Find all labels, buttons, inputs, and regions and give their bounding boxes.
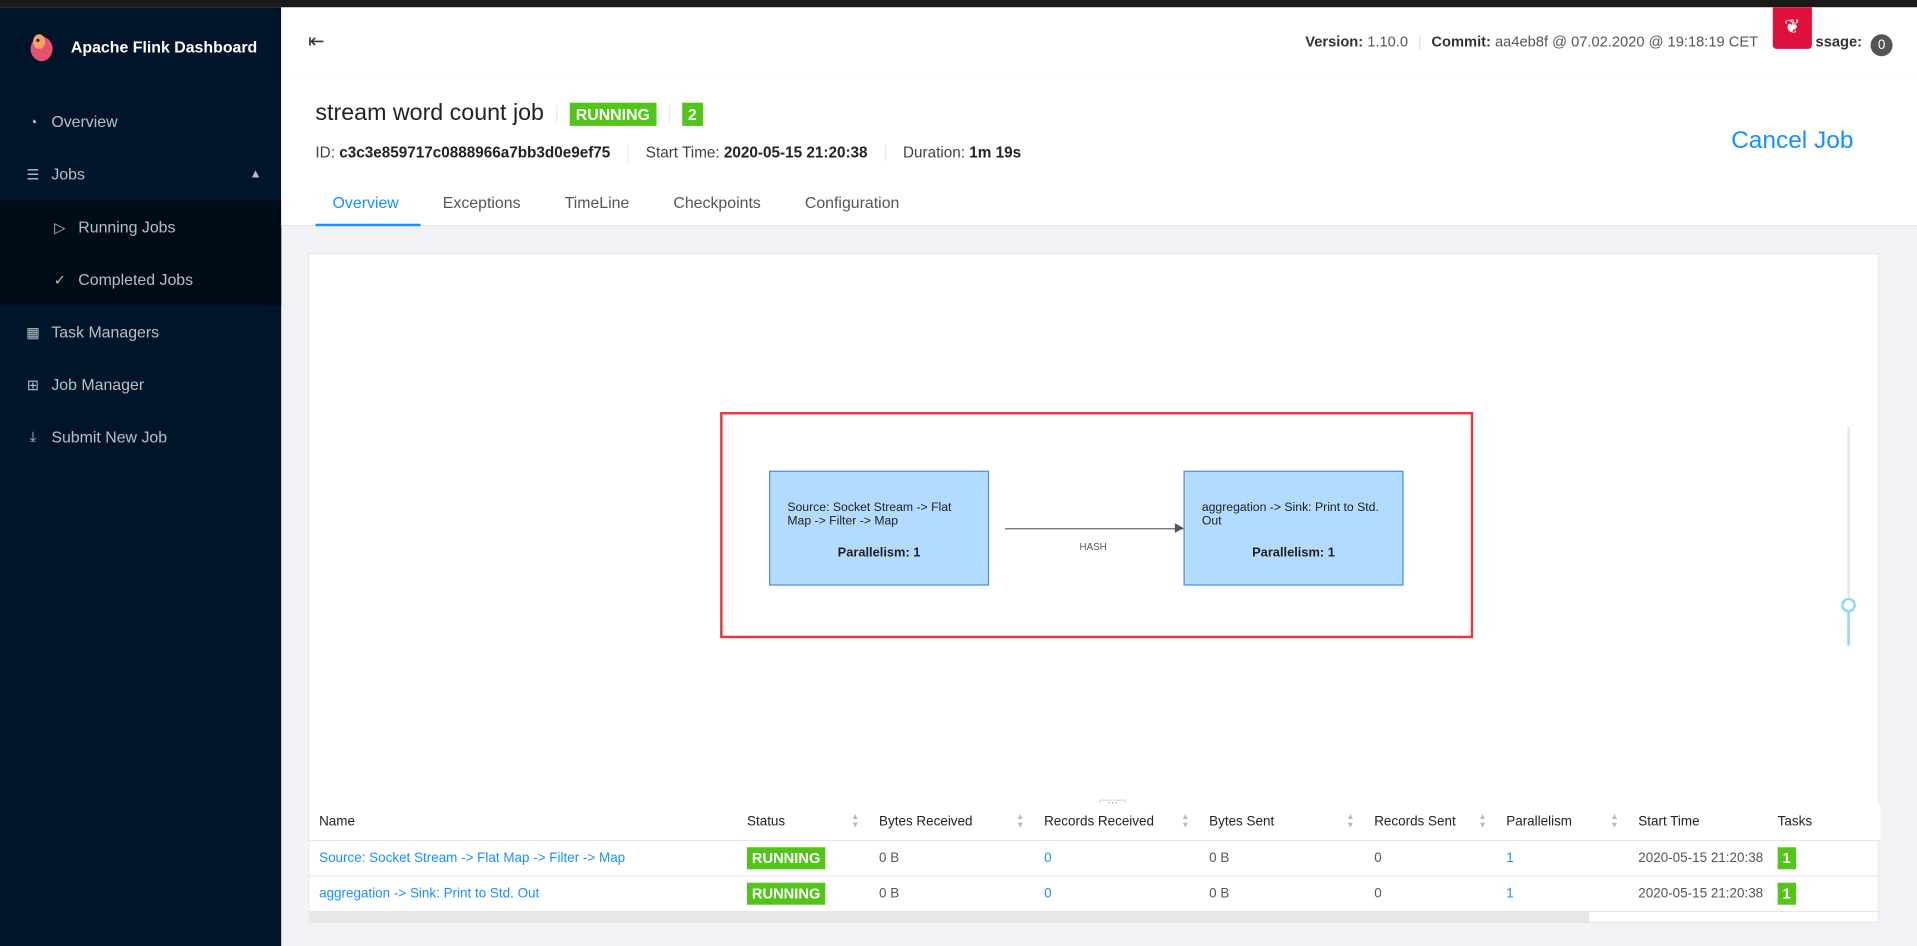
cell-value: 2020-05-15 21:20:38 bbox=[1638, 885, 1764, 901]
version-info: Version: 1.10.0 | Commit: aa4eb8f @ 07.0… bbox=[1305, 33, 1759, 51]
tab-configuration[interactable]: Configuration bbox=[783, 193, 922, 226]
tab-timeline[interactable]: TimeLine bbox=[543, 193, 652, 226]
horizontal-scrollbar[interactable] bbox=[309, 912, 1590, 924]
tab-overview[interactable]: Overview bbox=[315, 193, 421, 227]
edge-label: HASH bbox=[1079, 541, 1107, 553]
cluster-icon: ⊞ bbox=[26, 375, 40, 394]
column-header-bytes-received[interactable]: Bytes Received ▲ ▼ bbox=[869, 803, 1035, 841]
column-header-records-sent[interactable]: Records Sent ▲ ▼ bbox=[1364, 803, 1497, 841]
sidebar: Apache Flink Dashboard ◔ Overview ☰ Jobs ▲ … bbox=[0, 7, 282, 946]
app-overlay-icon[interactable]: ❦ bbox=[1772, 7, 1812, 49]
message-count-badge[interactable]: 0 bbox=[1870, 34, 1893, 57]
tasks-badge: 1 bbox=[1777, 882, 1796, 905]
tab-exceptions[interactable]: Exceptions bbox=[421, 193, 543, 226]
vertices-table: Name Status ▲ ▼ Bytes Received ▲ ▼ Records Rece… bbox=[309, 803, 1881, 912]
play-circle-icon: ▷ bbox=[54, 218, 66, 236]
logo[interactable]: Apache Flink Dashboard bbox=[24, 29, 257, 63]
cell-value: 0 B bbox=[1209, 885, 1230, 901]
table-row[interactable]: aggregation -> Sink: Print to Std. Out RU… bbox=[309, 875, 1881, 912]
cell-value: 0 bbox=[1044, 885, 1052, 901]
zoom-slider-handle[interactable] bbox=[1841, 597, 1856, 613]
message-label: ssage: bbox=[1815, 33, 1863, 51]
cell-value: 0 B bbox=[879, 885, 900, 901]
sidebar-item-completed-jobs[interactable]: ✓ Completed Jobs bbox=[0, 253, 282, 306]
cell-value: 0 B bbox=[1209, 850, 1230, 865]
sidebar-item-task-managers[interactable]: ▦ Task Managers bbox=[0, 306, 281, 359]
sidebar-item-overview[interactable]: ◔ Overview bbox=[0, 95, 281, 148]
sidebar-item-submit-new-job[interactable]: ⤓ Submit New Job bbox=[0, 411, 281, 464]
job-meta: ID: c3c3e859717c0888966a7bb3d0e9ef75 Sta… bbox=[315, 144, 1022, 162]
cell-value: 0 bbox=[1044, 850, 1052, 865]
upload-icon: ⤓ bbox=[29, 427, 37, 446]
top-header: ⇤ Version: 1.10.0 | Commit: aa4eb8f @ 07… bbox=[281, 7, 1917, 76]
status-badge: RUNNING bbox=[747, 846, 826, 869]
vertex-name-link[interactable]: Source: Socket Stream -> Flat Map -> Fil… bbox=[319, 850, 625, 865]
calendar-icon: ▦ bbox=[26, 323, 40, 341]
cell-value: 0 B bbox=[879, 850, 900, 865]
column-header-start-time[interactable]: Start Time bbox=[1628, 803, 1768, 841]
sort-icon[interactable]: ▲ ▼ bbox=[1610, 813, 1618, 830]
dashboard-icon: ◔ bbox=[28, 113, 38, 131]
graph-node-source[interactable]: Source: Socket Stream -> Flat Map -> Fil… bbox=[769, 470, 990, 586]
tab-checkpoints[interactable]: Checkpoints bbox=[651, 193, 782, 226]
job-id: c3c3e859717c0888966a7bb3d0e9ef75 bbox=[339, 144, 611, 162]
menu-fold-icon[interactable]: ⇤ bbox=[308, 29, 324, 53]
job-tabs: Overview Exceptions TimeLine Checkpoints… bbox=[315, 193, 922, 227]
sort-icon[interactable]: ▲ ▼ bbox=[1181, 813, 1189, 830]
job-header: stream word count job RUNNING 2 ID: c3c3… bbox=[281, 75, 1917, 227]
status-badge: RUNNING bbox=[747, 882, 826, 905]
graph-edge bbox=[1004, 528, 1184, 530]
cancel-job-button[interactable]: Cancel Job bbox=[1731, 127, 1853, 155]
job-graph-card: Source: Socket Stream -> Flat Map -> Fil… bbox=[308, 253, 1881, 924]
sort-icon[interactable]: ▲ ▼ bbox=[1346, 813, 1354, 830]
sidebar-item-job-manager[interactable]: ⊞ Job Manager bbox=[0, 358, 281, 411]
job-status-badge: RUNNING bbox=[569, 102, 657, 126]
column-header-tasks[interactable]: Tasks bbox=[1767, 803, 1881, 841]
window-top-bar bbox=[0, 0, 1917, 8]
job-title: stream word count job bbox=[315, 100, 544, 126]
tasks-badge: 1 bbox=[1777, 846, 1796, 869]
vertex-name-link[interactable]: aggregation -> Sink: Print to Std. Out bbox=[319, 886, 539, 901]
job-duration: 1m 19s bbox=[969, 144, 1022, 162]
flink-squirrel-icon bbox=[30, 34, 53, 62]
column-header-status[interactable]: Status ▲ ▼ bbox=[737, 803, 870, 841]
cell-value: 1 bbox=[1506, 850, 1514, 865]
job-task-count-badge: 2 bbox=[681, 102, 703, 126]
column-header-bytes-sent[interactable]: Bytes Sent ▲ ▼ bbox=[1199, 803, 1365, 841]
sidebar-item-running-jobs[interactable]: ▷ Running Jobs bbox=[0, 200, 282, 254]
cell-value: 0 bbox=[1374, 850, 1382, 865]
column-header-name[interactable]: Name bbox=[309, 803, 738, 841]
sort-icon[interactable]: ▲ ▼ bbox=[1016, 813, 1024, 830]
list-icon: ☰ bbox=[26, 165, 40, 183]
column-header-records-received[interactable]: Records Received ▲ ▼ bbox=[1034, 803, 1200, 841]
sort-icon[interactable]: ▲ ▼ bbox=[851, 813, 859, 830]
cell-value: 1 bbox=[1506, 885, 1514, 901]
check-circle-icon: ✓ bbox=[53, 270, 67, 288]
app-title: Apache Flink Dashboard bbox=[70, 37, 258, 56]
cell-value: 0 bbox=[1374, 885, 1382, 901]
job-start-time: 2020-05-15 21:20:38 bbox=[723, 144, 868, 162]
table-row[interactable]: Source: Socket Stream -> Flat Map -> Fil… bbox=[309, 839, 1881, 876]
graph-node-sink[interactable]: aggregation -> Sink: Print to Std. Out P… bbox=[1183, 470, 1404, 586]
sort-icon[interactable]: ▲ ▼ bbox=[1478, 813, 1486, 830]
chevron-up-icon: ▲ bbox=[249, 167, 262, 181]
arrow-head-icon bbox=[1174, 523, 1184, 534]
column-header-parallelism[interactable]: Parallelism ▲ ▼ bbox=[1496, 803, 1629, 841]
cell-value: 2020-05-15 21:20:38 bbox=[1638, 850, 1764, 865]
sidebar-item-jobs[interactable]: ☰ Jobs ▲ bbox=[0, 148, 281, 201]
